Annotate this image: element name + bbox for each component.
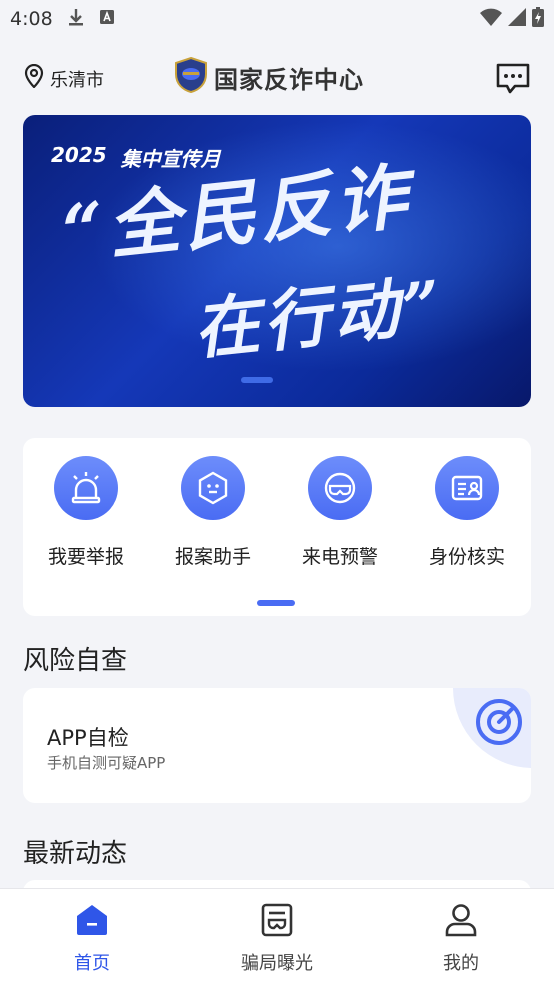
- banner-slogan-line2: 在行动”: [189, 265, 449, 369]
- location-pin-icon: [24, 63, 44, 93]
- banner-year: 2025: [51, 143, 107, 167]
- signal-icon: [508, 7, 526, 31]
- tab-mine[interactable]: 我的: [401, 903, 521, 975]
- battery-icon: [532, 6, 544, 32]
- quick-actions-page-indicator: [257, 600, 295, 606]
- banner-subtitle: 2025 集中宣传月: [51, 143, 221, 172]
- home-icon: [75, 905, 109, 941]
- tab-label: 首页: [74, 953, 110, 974]
- quick-action-report[interactable]: 我要举报: [31, 456, 141, 569]
- quick-action-identity[interactable]: 身份核实: [412, 456, 522, 569]
- quick-action-label: 我要举报: [47, 546, 124, 568]
- status-time: 4:08: [10, 8, 53, 30]
- message-button[interactable]: [495, 62, 531, 96]
- app-check-card[interactable]: APP自检 手机自测可疑APP: [23, 688, 531, 803]
- tab-label: 骗局曝光: [241, 953, 313, 974]
- tab-label: 我的: [443, 953, 479, 974]
- download-icon: [67, 7, 85, 32]
- logo-emblem: [174, 56, 208, 97]
- tab-scam-exposure[interactable]: 骗局曝光: [217, 903, 337, 975]
- status-bar: 4:08: [0, 0, 554, 38]
- quick-action-label: 来电预警: [301, 546, 378, 568]
- banner-page-indicator: [241, 377, 273, 383]
- radar-scan-icon: [473, 696, 525, 752]
- header: 乐清市 国家反诈中心: [0, 52, 554, 104]
- quick-action-assistant[interactable]: 报案助手: [158, 456, 268, 569]
- app-check-subtitle: 手机自测可疑APP: [47, 754, 166, 772]
- banner-slogan: “全民反诈 在行动”: [59, 153, 449, 369]
- app-title: 国家反诈中心: [214, 65, 364, 94]
- quick-actions-card: 我要举报 报案助手 来电预警 身份核实: [23, 438, 531, 616]
- alarm-light-icon: [54, 456, 118, 520]
- quick-action-label: 身份核实: [428, 546, 505, 568]
- quick-action-call-warning[interactable]: 来电预警: [285, 456, 395, 569]
- location-selector[interactable]: 乐清市: [24, 63, 104, 93]
- user-icon: [444, 904, 478, 941]
- wifi-icon: [480, 8, 502, 31]
- risk-section-title: 风险自查: [23, 646, 128, 676]
- a-badge-icon: [99, 8, 115, 30]
- id-card-icon: [435, 456, 499, 520]
- app-check-title: APP自检: [47, 726, 129, 750]
- tab-home[interactable]: 首页: [32, 903, 152, 975]
- phone-mask-icon: [308, 456, 372, 520]
- message-icon: [495, 63, 531, 100]
- exposure-doc-icon: [260, 903, 294, 941]
- bottom-tab-bar: 首页 骗局曝光 我的: [0, 888, 554, 985]
- quick-action-label: 报案助手: [174, 546, 251, 568]
- promo-banner[interactable]: 2025 集中宣传月 “全民反诈 在行动”: [23, 115, 531, 407]
- hexagon-robot-icon: [181, 456, 245, 520]
- news-section-title: 最新动态: [23, 839, 128, 869]
- banner-campaign: 集中宣传月: [120, 147, 221, 171]
- location-label: 乐清市: [50, 69, 104, 91]
- app-brand: 国家反诈中心: [174, 56, 364, 97]
